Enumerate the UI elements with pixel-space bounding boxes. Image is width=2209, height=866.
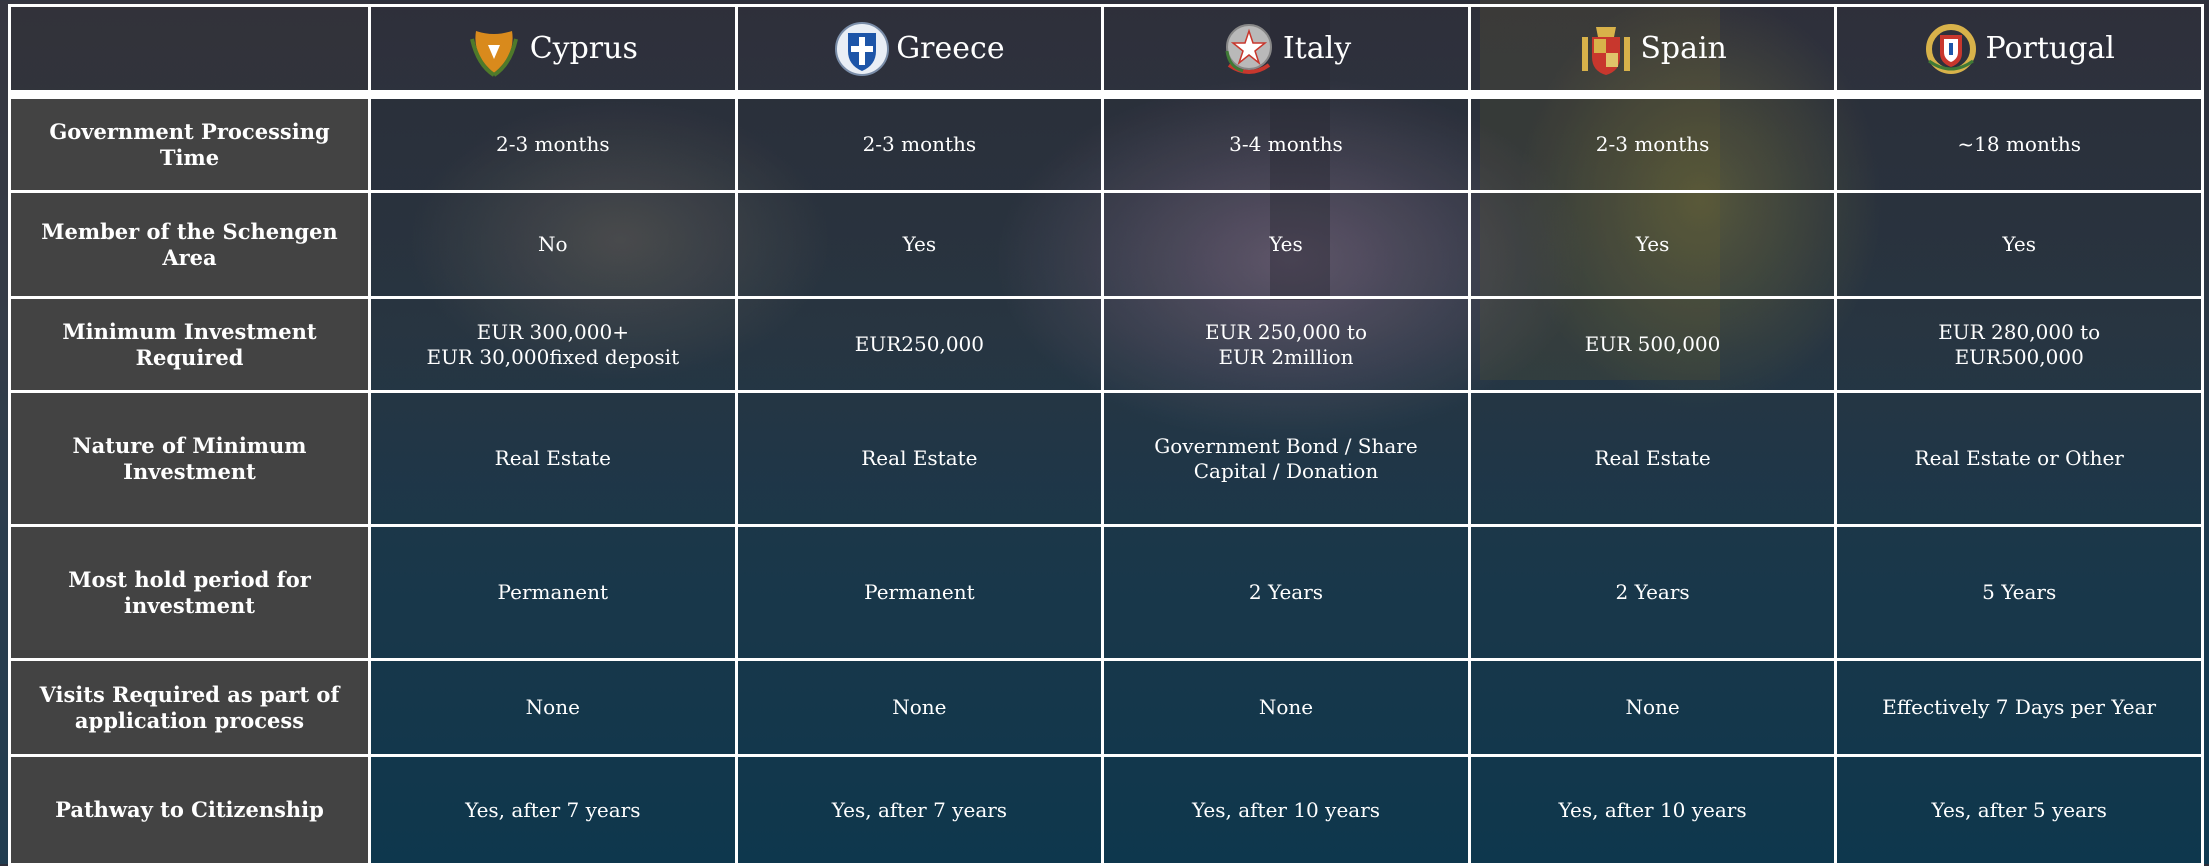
table-cell: Yes	[1470, 193, 1838, 299]
table-cell: Yes, after 7 years	[737, 757, 1105, 866]
greece-emblem-icon	[834, 21, 890, 77]
column-header-spain: Spain	[1470, 7, 1838, 99]
table-cell: EUR 280,000 to EUR500,000	[1837, 299, 2204, 393]
row-label-processing-time: Government Processing Time	[11, 99, 371, 193]
table-cell: Yes	[1837, 193, 2204, 299]
row-label-visits-required: Visits Required as part of application p…	[11, 661, 371, 757]
table-cell: Yes	[737, 193, 1105, 299]
table-cell: Permanent	[737, 527, 1105, 661]
table-cell: None	[1104, 661, 1471, 757]
column-header-cyprus: Cyprus	[371, 7, 738, 99]
row-label-nature-of-investment: Nature of Minimum Investment	[11, 393, 371, 527]
table-cell: EUR 300,000+ EUR 30,000fixed deposit	[371, 299, 738, 393]
table-cell: ~18 months	[1837, 99, 2204, 193]
table-cell: EUR250,000	[737, 299, 1105, 393]
row-label-hold-period: Most hold period for investment	[11, 527, 371, 661]
table-cell: EUR 250,000 to EUR 2million	[1104, 299, 1471, 393]
table-cell: Real Estate or Other	[1837, 393, 2204, 527]
table-cell: 2 Years	[1470, 527, 1838, 661]
table-cell: 2 Years	[1104, 527, 1471, 661]
spain-emblem-icon	[1578, 21, 1631, 77]
table-cell: Yes, after 10 years	[1104, 757, 1471, 866]
table-cell: None	[1470, 661, 1838, 757]
table-cell: Real Estate	[371, 393, 738, 527]
table-cell: No	[371, 193, 738, 299]
cyprus-emblem-icon	[468, 21, 520, 77]
row-label-minimum-investment: Minimum Investment Required	[11, 299, 371, 393]
column-header-greece: Greece	[737, 7, 1105, 99]
table-cell: Effectively 7 Days per Year	[1837, 661, 2204, 757]
table-cell: 2-3 months	[1470, 99, 1838, 193]
table-cell: Yes	[1104, 193, 1471, 299]
table-cell: EUR 500,000	[1470, 299, 1838, 393]
table-cell: Yes, after 7 years	[371, 757, 738, 866]
table-cell: Yes, after 10 years	[1470, 757, 1838, 866]
table-cell: Permanent	[371, 527, 738, 661]
table-cell: None	[737, 661, 1105, 757]
table-cell: 2-3 months	[371, 99, 738, 193]
table-cell: 5 Years	[1837, 527, 2204, 661]
table-cell: Government Bond / Share Capital / Donati…	[1104, 393, 1471, 527]
table-cell: Real Estate	[1470, 393, 1838, 527]
comparison-table: Cyprus Greece Italy Spain Portugal Gover…	[8, 4, 2204, 866]
row-label-citizenship: Pathway to Citizenship	[11, 757, 371, 866]
table-corner	[11, 7, 371, 99]
row-label-schengen: Member of the Schengen Area	[11, 193, 371, 299]
table-cell: 2-3 months	[737, 99, 1105, 193]
column-header-italy: Italy	[1104, 7, 1471, 99]
column-header-portugal: Portugal	[1837, 7, 2204, 99]
table-cell: 3-4 months	[1104, 99, 1471, 193]
table-cell: Real Estate	[737, 393, 1105, 527]
table-cell: None	[371, 661, 738, 757]
italy-emblem-icon	[1221, 21, 1273, 77]
portugal-emblem-icon	[1923, 21, 1977, 77]
table-cell: Yes, after 5 years	[1837, 757, 2204, 866]
